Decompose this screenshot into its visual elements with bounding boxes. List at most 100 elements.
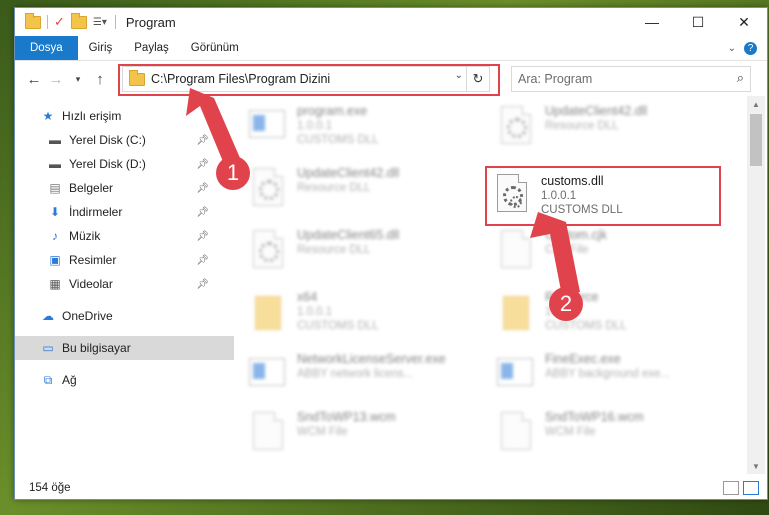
- file-name: NetworkLicenseServer.exe: [297, 352, 446, 366]
- quick-access-toolbar: ✓ ☰▾: [25, 12, 107, 30]
- file-item[interactable]: Resource1.0.0.1CUSTOMS DLL: [487, 286, 717, 340]
- new-folder-icon[interactable]: [70, 12, 87, 29]
- network-icon: ⧉: [43, 372, 53, 387]
- file-description: Resource DLL: [545, 120, 619, 132]
- window-title: Program: [125, 14, 176, 30]
- large-icons-view-icon[interactable]: [743, 481, 759, 495]
- pin-icon[interactable]: 📌︎: [196, 279, 209, 290]
- document-file-icon: [247, 410, 287, 456]
- sidebar-item-label: Resimler: [69, 253, 117, 267]
- file-name: customs.dll: [541, 174, 604, 188]
- dll-file-icon: [247, 228, 287, 274]
- file-item-customs-dll[interactable]: customs.dll 1.0.0.1 CUSTOMS DLL: [485, 166, 721, 226]
- tab-view[interactable]: Görünüm: [180, 36, 250, 60]
- document-file-icon: [495, 228, 535, 274]
- sidebar-item-network[interactable]: ⧉ Ağ: [15, 368, 211, 392]
- folder-icon: [247, 290, 287, 336]
- star-icon: ★: [42, 109, 54, 123]
- file-description: WCM File: [297, 426, 348, 438]
- file-description: Resource DLL: [297, 244, 371, 256]
- help-icon[interactable]: ?: [744, 41, 757, 55]
- download-icon: ⬇: [49, 205, 61, 219]
- file-description: CUSTOMS DLL: [297, 320, 379, 332]
- file-item[interactable]: NetworkLicenseServer.exe ABBY network lic…: [239, 348, 469, 402]
- dll-file-icon: [491, 172, 531, 218]
- sidebar-item-this-pc[interactable]: ▭ Bu bilgisayar: [15, 336, 234, 360]
- properties-icon[interactable]: ✓: [54, 14, 65, 30]
- file-description: CJK File: [545, 244, 589, 256]
- file-item[interactable]: Custom.cjk CJK File: [487, 224, 717, 278]
- document-file-icon: [495, 410, 535, 456]
- sidebar-item-label: Yerel Disk (D:): [69, 157, 146, 171]
- chevron-down-icon[interactable]: ⌄: [728, 43, 736, 54]
- file-item[interactable]: program.exe 1.0.0.1 CUSTOMS DLL: [239, 100, 469, 154]
- scrollbar-thumb[interactable]: [750, 114, 762, 166]
- back-button[interactable]: ←: [23, 71, 45, 88]
- file-version: 1.0.0.1: [297, 120, 333, 132]
- file-item[interactable]: FineExec.exe ABBY background exe...: [487, 348, 717, 402]
- maximize-button[interactable]: ☐: [675, 8, 721, 36]
- close-button[interactable]: ✕: [721, 8, 767, 36]
- file-item[interactable]: UpdateClient42.dll Resource DLL: [239, 162, 469, 216]
- file-name: program.exe: [297, 104, 368, 118]
- sidebar-item-label: Müzik: [69, 229, 101, 243]
- ribbon-tabs: Dosya Giriş Paylaş Görünüm ⌄ ?: [15, 36, 767, 61]
- sidebar-item-drive-d[interactable]: ▬ Yerel Disk (D:) 📌︎: [15, 152, 211, 176]
- address-bar-highlight: [118, 64, 500, 96]
- file-name: SndToWP13.wcm: [297, 410, 396, 424]
- vertical-scrollbar[interactable]: ▲ ▼: [747, 96, 765, 474]
- drive-icon: ▬: [49, 157, 61, 171]
- file-item[interactable]: SndToWP16.wcm WCM File: [487, 406, 717, 460]
- navigation-pane: ★ Hızlı erişim ▬ Yerel Disk (C:) 📌︎ ▬ Ye…: [15, 104, 234, 474]
- title-bar: ✓ ☰▾ Program — ☐ ✕: [15, 8, 767, 36]
- folder-icon: [25, 12, 41, 29]
- sidebar-item-label: İndirmeler: [69, 205, 123, 219]
- recent-locations-button[interactable]: ▾: [67, 74, 89, 85]
- details-view-icon[interactable]: [723, 481, 739, 495]
- file-item[interactable]: x64 1.0.0.1 CUSTOMS DLL: [239, 286, 469, 340]
- pin-icon[interactable]: 📌︎: [196, 135, 209, 146]
- tab-file[interactable]: Dosya: [15, 36, 78, 60]
- dll-file-icon: [247, 166, 287, 212]
- pin-icon[interactable]: 📌︎: [196, 255, 209, 266]
- file-description: ABBY network licens...: [297, 368, 414, 380]
- pictures-icon: ▣: [49, 253, 61, 267]
- item-count: 154 öğe: [29, 482, 71, 494]
- music-icon: ♪: [52, 229, 58, 243]
- scroll-down-icon[interactable]: ▼: [747, 458, 765, 474]
- minimize-button[interactable]: —: [629, 8, 675, 36]
- sidebar-item-music[interactable]: ♪ Müzik 📌︎: [15, 224, 211, 248]
- pin-icon[interactable]: 📌︎: [196, 183, 209, 194]
- file-name: FineExec.exe: [545, 352, 621, 366]
- file-item[interactable]: SndToWP13.wcm WCM File: [239, 406, 469, 460]
- separator: [114, 15, 116, 29]
- file-item[interactable]: UpdateClient65.dll Resource DLL: [239, 224, 469, 278]
- sidebar-item-drive-c[interactable]: ▬ Yerel Disk (C:) 📌︎: [15, 128, 211, 152]
- sidebar-item-documents[interactable]: ▤ Belgeler 📌︎: [15, 176, 211, 200]
- sidebar-item-videos[interactable]: ▦ Videolar 📌︎: [15, 272, 211, 296]
- search-icon[interactable]: ⌕: [737, 70, 744, 86]
- search-placeholder: Ara: Program: [518, 72, 593, 86]
- sidebar-item-quick-access[interactable]: ★ Hızlı erişim: [15, 104, 211, 128]
- pin-icon[interactable]: 📌︎: [196, 231, 209, 242]
- customize-icon[interactable]: ☰▾: [93, 17, 107, 28]
- forward-button[interactable]: →: [45, 71, 67, 88]
- sidebar-item-label: Ağ: [62, 373, 77, 387]
- exe-file-icon: [247, 352, 287, 398]
- file-name: SndToWP16.wcm: [545, 410, 644, 424]
- scroll-up-icon[interactable]: ▲: [747, 96, 765, 112]
- pin-icon[interactable]: 📌︎: [196, 159, 209, 170]
- sidebar-item-pictures[interactable]: ▣ Resimler 📌︎: [15, 248, 211, 272]
- file-item[interactable]: UpdateClient42.dll Resource DLL: [487, 100, 717, 154]
- file-description: CUSTOMS DLL: [541, 204, 623, 216]
- up-button[interactable]: ↑: [89, 71, 111, 88]
- tab-home[interactable]: Giriş: [78, 36, 124, 60]
- pin-icon[interactable]: 📌︎: [196, 207, 209, 218]
- sidebar-item-label: OneDrive: [62, 309, 113, 323]
- search-input[interactable]: Ara: Program ⌕: [511, 66, 751, 92]
- tab-share[interactable]: Paylaş: [123, 36, 180, 60]
- file-name: UpdateClient65.dll: [297, 228, 400, 242]
- sidebar-item-downloads[interactable]: ⬇ İndirmeler 📌︎: [15, 200, 211, 224]
- sidebar-item-onedrive[interactable]: ☁ OneDrive: [15, 304, 211, 328]
- sidebar-item-label: Videolar: [69, 277, 113, 291]
